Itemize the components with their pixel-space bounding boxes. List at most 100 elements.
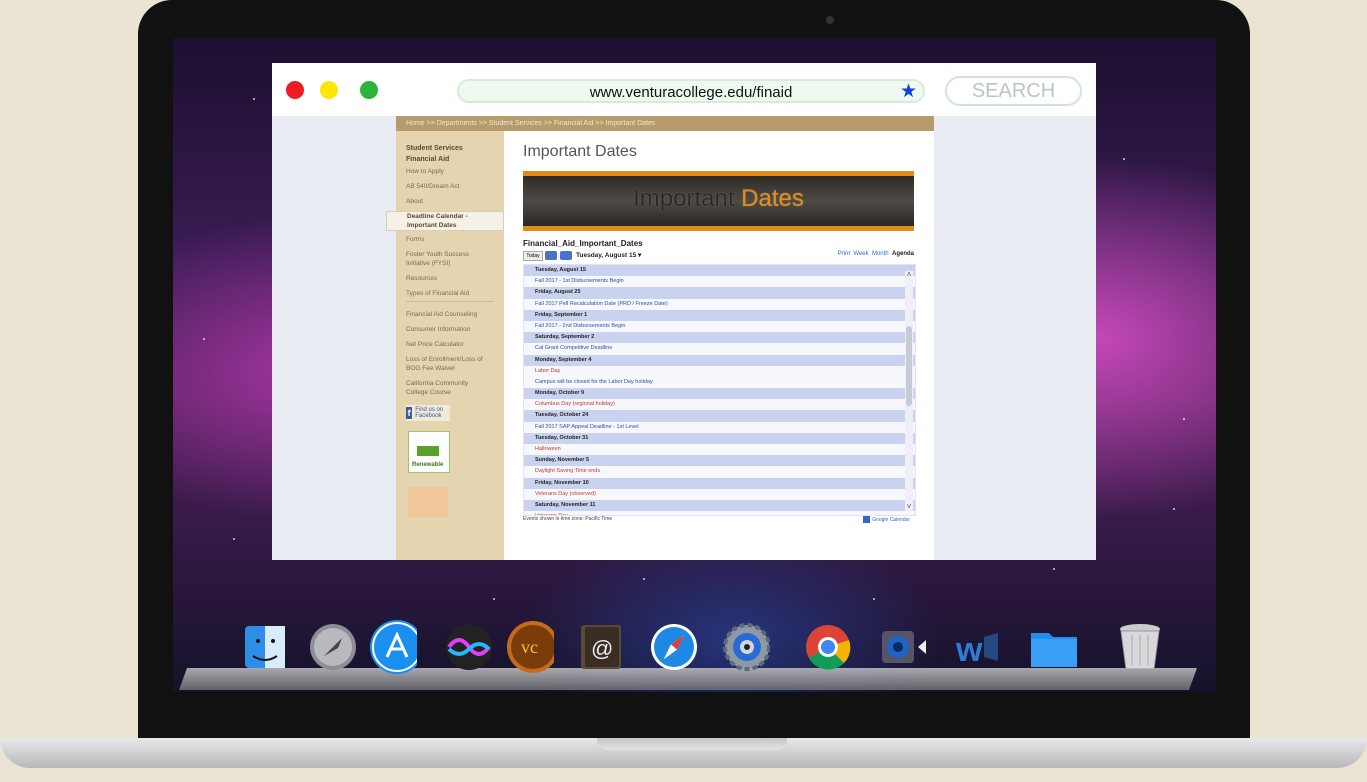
safari-icon[interactable] xyxy=(650,623,698,671)
vlc-icon[interactable]: vc xyxy=(506,621,554,673)
system-preferences-icon[interactable] xyxy=(722,623,770,671)
scroll-thumb[interactable] xyxy=(906,326,912,406)
agenda-event[interactable]: Veterans Day (observed) xyxy=(524,489,915,500)
sidebar-active-line1: Deadline Calendar - xyxy=(407,213,468,220)
important-dates-banner: Important Dates xyxy=(523,171,914,231)
week-view-tab[interactable]: Week xyxy=(853,251,868,257)
agenda-list: Tuesday, August 15 Fall 2017 - 1st Disbur… xyxy=(523,264,916,516)
agenda-day-header: Friday, November 10 xyxy=(524,477,915,489)
facebook-link[interactable]: f Find us on Facebook xyxy=(406,405,450,421)
scroll-up-icon[interactable]: ˄ xyxy=(905,271,913,279)
breadcrumb[interactable]: Home >> Departments >> Student Services … xyxy=(396,116,934,131)
address-bar[interactable]: www.venturacollege.edu/finaid ★ xyxy=(457,79,925,103)
agenda-day-header: Friday, September 1 xyxy=(524,309,915,321)
sidebar-heading-student-services[interactable]: Student Services xyxy=(396,145,504,152)
facebook-label: Find us on Facebook xyxy=(415,407,444,419)
sidebar-item-foster-youth-2[interactable]: Initiative (FYSI) xyxy=(396,259,504,268)
agenda-event[interactable]: Labor Day xyxy=(524,366,915,377)
folder-icon[interactable] xyxy=(1029,623,1077,671)
agenda-day-header: Monday, September 4 xyxy=(524,354,915,366)
facetime-icon[interactable] xyxy=(878,623,926,671)
agenda-day-header: Monday, October 9 xyxy=(524,388,915,400)
agenda-day-header: Tuesday, August 15 xyxy=(524,265,915,277)
print-link[interactable]: Print xyxy=(838,251,850,257)
agenda-day-header: Saturday, September 2 xyxy=(524,332,915,344)
sidebar-item-ab540[interactable]: AB 540/Dream Act xyxy=(396,182,504,191)
agenda-view-tab[interactable]: Agenda xyxy=(892,251,914,257)
agenda-event[interactable]: Fall 2017 SAP Appeal Deadline - 1st Leve… xyxy=(524,422,915,433)
banner-text: Important Dates xyxy=(523,185,914,213)
calendar-current-date[interactable]: Tuesday, August 15 ▾ xyxy=(576,251,641,259)
maximize-window-button[interactable] xyxy=(360,81,378,99)
sidebar-item-resources[interactable]: Resources xyxy=(396,274,504,283)
agenda-day-header: Tuesday, October 31 xyxy=(524,432,915,444)
browser-window: www.venturacollege.edu/finaid ★ SEARCH H… xyxy=(272,63,1096,560)
agenda-scrollbar[interactable]: ˄ ˅ xyxy=(905,271,913,511)
calendar-view-switcher: Print Week Month Agenda xyxy=(838,251,914,257)
agenda-event[interactable]: Halloween xyxy=(524,444,915,455)
camera-icon xyxy=(826,16,834,24)
calendar-footer: Events shown in time zone: Pacific Time … xyxy=(523,516,914,526)
promo-image[interactable] xyxy=(408,487,448,517)
url-text: www.venturacollege.edu/finaid xyxy=(589,84,793,101)
sidebar-item-forms[interactable]: Forms xyxy=(396,235,504,244)
sidebar-item-foster-youth[interactable]: Foster Youth Success xyxy=(396,250,504,259)
google-calendar-icon xyxy=(863,516,871,523)
minimize-window-button[interactable] xyxy=(320,81,338,99)
contacts-icon[interactable]: @ xyxy=(577,623,625,671)
sidebar-item-net-price[interactable]: Net Price Calculator xyxy=(396,340,504,349)
sidebar-item-how-to-apply[interactable]: How to Apply xyxy=(396,167,504,176)
agenda-day-header: Sunday, November 5 xyxy=(524,455,915,467)
laptop-notch xyxy=(597,738,787,750)
web-page: Home >> Departments >> Student Services … xyxy=(272,116,1096,560)
today-button[interactable]: Today xyxy=(523,251,543,261)
sidebar-item-loss-enrollment[interactable]: Loss of Enrollment/Loss of xyxy=(396,355,504,364)
agenda-event[interactable]: Daylight Saving Time ends xyxy=(524,466,915,477)
trash-icon[interactable] xyxy=(1116,623,1164,671)
word-icon[interactable]: w xyxy=(954,623,1002,671)
sidebar-item-ccc-course[interactable]: California Community xyxy=(396,379,504,388)
sidebar-nav: Student Services Financial Aid How to Ap… xyxy=(386,131,504,560)
next-arrow-icon[interactable] xyxy=(560,251,572,260)
main-content: Important Dates Important Dates Financia… xyxy=(504,131,934,560)
agenda-day-header: Saturday, November 11 xyxy=(524,499,915,512)
chrome-icon[interactable] xyxy=(804,623,852,671)
siri-icon[interactable] xyxy=(445,623,493,671)
sidebar-divider xyxy=(406,301,494,302)
agenda-event[interactable]: Fall 2017 - 2nd Disbursements Begin xyxy=(524,321,915,332)
page-title: Important Dates xyxy=(523,143,637,160)
sidebar-item-consumer-info[interactable]: Consumer Information xyxy=(396,325,504,334)
svg-text:vc: vc xyxy=(521,637,538,657)
agenda-event[interactable]: Fall 2017 Pell Recalculation Date (PRD /… xyxy=(524,299,915,310)
facebook-icon: f xyxy=(406,407,413,419)
prev-arrow-icon[interactable] xyxy=(545,251,557,260)
google-calendar-label: Google Calendar xyxy=(872,516,910,523)
sidebar-item-deadline-calendar[interactable]: Deadline Calendar - Important Dates xyxy=(386,211,504,231)
calendar-title: Financial_Aid_Important_Dates xyxy=(523,239,643,248)
app-store-icon[interactable] xyxy=(369,620,417,674)
search-button[interactable]: SEARCH xyxy=(945,76,1082,106)
scroll-down-icon[interactable]: ˅ xyxy=(905,503,913,511)
agenda-event[interactable]: Cal Grant Competitive Deadline xyxy=(524,343,915,354)
sidebar-item-types-of-aid[interactable]: Types of Financial Aid xyxy=(396,289,504,298)
badge-graphic-icon xyxy=(417,446,439,456)
renewable-badge[interactable]: Renewable xyxy=(408,431,450,473)
sidebar-heading-financial-aid[interactable]: Financial Aid xyxy=(396,156,504,163)
bookmark-star-icon[interactable]: ★ xyxy=(900,82,917,101)
agenda-day-header: Friday, August 25 xyxy=(524,287,915,299)
agenda-event[interactable]: Fall 2017 - 1st Disbursements Begin xyxy=(524,276,915,287)
sidebar-item-ccc-course-2[interactable]: College Course xyxy=(396,388,504,397)
badge-label: Renewable xyxy=(412,462,444,468)
sidebar-item-about[interactable]: About xyxy=(396,197,504,206)
google-calendar-link[interactable]: Google Calendar xyxy=(863,516,910,523)
finder-icon[interactable] xyxy=(241,623,289,671)
sidebar-item-counseling[interactable]: Financial Aid Counseling xyxy=(396,310,504,319)
agenda-event[interactable]: Columbus Day (regional holiday) xyxy=(524,399,915,410)
month-view-tab[interactable]: Month xyxy=(872,251,889,257)
close-window-button[interactable] xyxy=(286,81,304,99)
svg-text:@: @ xyxy=(591,636,613,661)
current-date-text: Tuesday, August 15 xyxy=(576,252,637,259)
agenda-event[interactable]: Campus will be closed for the Labor Day … xyxy=(524,377,915,388)
launchpad-icon[interactable] xyxy=(308,623,356,671)
sidebar-item-bog-waiver[interactable]: BOG Fee Waiver xyxy=(396,364,504,373)
